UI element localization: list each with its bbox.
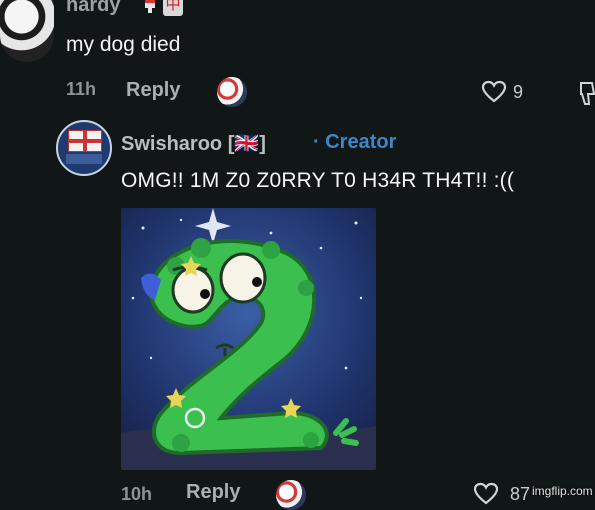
watermark: imgflip.com (532, 484, 593, 498)
badge-icon: 中 (163, 0, 183, 16)
like-count: 9 (513, 82, 524, 102)
badge-cup-icon (145, 0, 155, 13)
reply-button[interactable]: Reply (186, 481, 240, 504)
attached-image[interactable] (121, 208, 376, 470)
creator-avatar[interactable] (56, 120, 112, 176)
heart-icon[interactable] (473, 482, 499, 506)
like-count: 87 (510, 484, 531, 504)
comment-timestamp: 11h (66, 79, 97, 99)
user-avatar[interactable] (0, 0, 54, 62)
comment-text: my dog died (66, 33, 181, 56)
creator-heart-avatar-icon (276, 480, 306, 510)
dislike-icon[interactable] (578, 80, 595, 108)
heart-icon[interactable] (481, 80, 507, 104)
reply-text: OMG!! 1M Z0 Z0RRY T0 H34R TH4T!! :(( (121, 169, 515, 192)
creator-username[interactable]: Swisharoo [🇬🇧] (121, 131, 266, 156)
reply-timestamp: 10h (121, 484, 153, 504)
username[interactable]: hardy (66, 0, 120, 17)
creator-label: · Creator (313, 131, 397, 153)
reply-button[interactable]: Reply (126, 79, 180, 102)
creator-heart-avatar-icon (217, 77, 247, 107)
